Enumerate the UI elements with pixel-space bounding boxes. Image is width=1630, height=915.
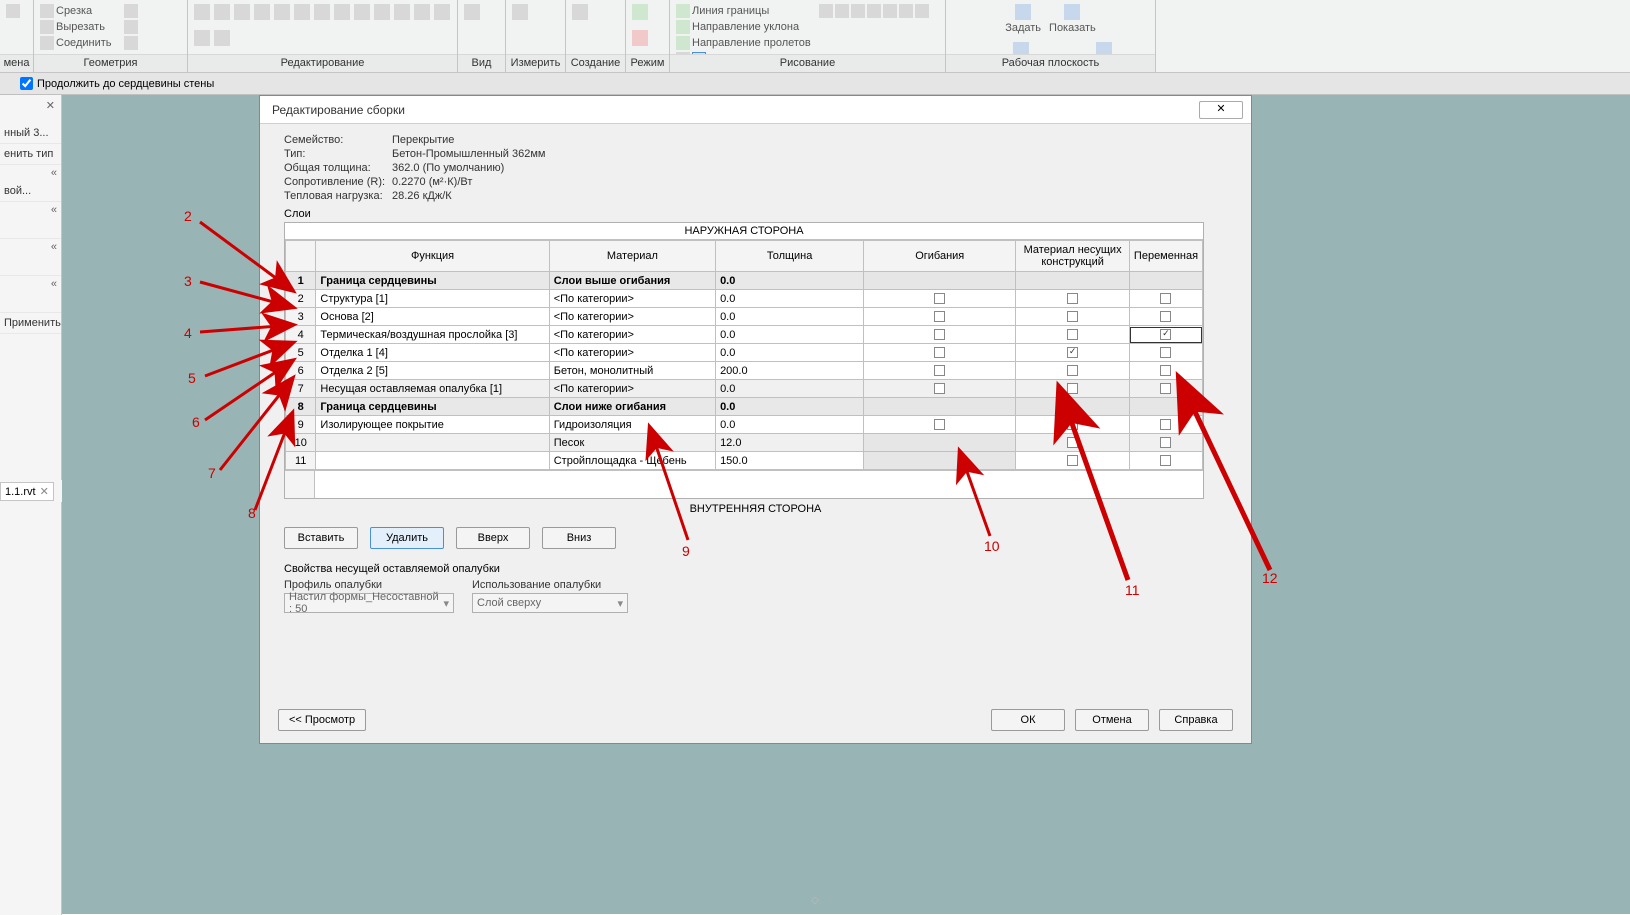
panel-label: Вид — [458, 54, 505, 72]
table-row[interactable]: 8Граница сердцевиныСлои ниже огибания0.0 — [286, 398, 1203, 416]
table-row[interactable]: 10Песок12.0 — [286, 434, 1203, 452]
checkbox[interactable] — [1067, 293, 1078, 304]
checkbox[interactable] — [1160, 383, 1171, 394]
table-row[interactable]: 3Основа [2]<По категории>0.0 — [286, 308, 1203, 326]
table-row[interactable]: 9Изолирующее покрытиеГидроизоляция0.0 — [286, 416, 1203, 434]
checkbox[interactable] — [1160, 311, 1171, 322]
table-row[interactable]: 4Термическая/воздушная прослойка [3]<По … — [286, 326, 1203, 344]
panel-label: Геометрия — [34, 54, 187, 72]
annotation-number: 6 — [192, 414, 200, 430]
page-marker-icon: ◇ — [811, 895, 819, 906]
checkbox[interactable] — [1160, 419, 1171, 430]
panel-label: Создание — [566, 54, 625, 72]
col-variable[interactable]: Переменная — [1129, 241, 1202, 272]
ribbon: мена Срезка Вырезать Соединить Геометрия… — [0, 0, 1630, 73]
checkbox[interactable] — [1160, 329, 1171, 340]
panel-label: Редактирование — [188, 54, 457, 72]
extend-core-label: Продолжить до сердцевины стены — [37, 78, 214, 90]
inner-side-label: ВНУТРЕННЯЯ СТОРОНА — [278, 499, 1233, 517]
checkbox[interactable] — [934, 365, 945, 376]
edit-assembly-dialog: Редактирование сборки ✕ Семейство:Перекр… — [259, 95, 1252, 744]
panel-label: мена — [0, 54, 33, 72]
annotation-number: 9 — [682, 543, 690, 559]
table-row[interactable]: 11Стройплощадка - Щебень150.0 — [286, 452, 1203, 470]
col-material[interactable]: Материал — [549, 241, 715, 272]
extend-core-checkbox[interactable] — [20, 77, 33, 90]
table-row[interactable]: 6Отделка 2 [5]Бетон, монолитный200.0 — [286, 362, 1203, 380]
checkbox[interactable] — [1067, 347, 1078, 358]
checkbox[interactable] — [1160, 347, 1171, 358]
list-item[interactable]: енить тип — [0, 144, 61, 165]
checkbox[interactable] — [1067, 365, 1078, 376]
down-button[interactable]: Вниз — [542, 527, 616, 549]
list-item[interactable]: вой... — [0, 181, 61, 202]
checkbox[interactable] — [1160, 437, 1171, 448]
usage-label: Использование опалубки — [472, 579, 628, 591]
help-button[interactable]: Справка — [1159, 709, 1233, 731]
col-thickness[interactable]: Толщина — [716, 241, 864, 272]
checkbox[interactable] — [934, 419, 945, 430]
close-icon[interactable]: ✕ — [40, 486, 49, 498]
close-icon[interactable]: ✕ — [46, 99, 55, 112]
cancel-button[interactable]: Отмена — [1075, 709, 1149, 731]
delete-button[interactable]: Удалить — [370, 527, 444, 549]
layers-label: Слои — [284, 208, 1233, 220]
annotation-number: 8 — [248, 505, 256, 521]
annotation-number: 11 — [1125, 582, 1140, 598]
checkbox[interactable] — [1067, 455, 1078, 466]
usage-select[interactable]: Слой сверху — [472, 593, 628, 613]
annotation-number: 10 — [984, 538, 1000, 554]
panel-label: Измерить — [506, 54, 565, 72]
checkbox[interactable] — [1160, 365, 1171, 376]
assembly-info: Семейство:Перекрытие Тип:Бетон-Промышлен… — [284, 134, 1233, 202]
table-row[interactable]: 5Отделка 1 [4]<По категории>0.0 — [286, 344, 1203, 362]
annotation-number: 4 — [184, 325, 192, 341]
insert-button[interactable]: Вставить — [284, 527, 358, 549]
ok-button[interactable]: ОК — [991, 709, 1065, 731]
profile-select[interactable]: Настил формы_Несоставной : 50 — [284, 593, 454, 613]
col-structural[interactable]: Материал несущих конструкций — [1016, 241, 1130, 272]
checkbox[interactable] — [1160, 293, 1171, 304]
table-row[interactable]: 1Граница сердцевиныСлои выше огибания0.0 — [286, 272, 1203, 290]
list-item[interactable]: нный 3... — [0, 123, 61, 144]
apply-button[interactable]: Применить — [0, 313, 61, 334]
checkbox[interactable] — [934, 329, 945, 340]
file-tab[interactable]: 1.1.rvt✕ — [0, 482, 54, 501]
properties-panel: ✕ нный 3... енить тип « вой... « « « При… — [0, 95, 62, 915]
checkbox[interactable] — [1067, 329, 1078, 340]
annotation-number: 7 — [208, 465, 216, 481]
checkbox[interactable] — [934, 347, 945, 358]
options-bar: Продолжить до сердцевины стены — [0, 73, 1630, 95]
profile-label: Профиль опалубки — [284, 579, 454, 591]
col-function[interactable]: Функция — [316, 241, 549, 272]
dialog-title: Редактирование сборки — [272, 103, 405, 117]
table-row[interactable]: 2Структура [1]<По категории>0.0 — [286, 290, 1203, 308]
formwork-title: Свойства несущей оставляемой опалубки — [284, 563, 1233, 575]
preview-button[interactable]: << Просмотр — [278, 709, 366, 731]
annotation-number: 3 — [184, 273, 192, 289]
close-button[interactable]: ✕ — [1199, 101, 1243, 119]
checkbox[interactable] — [934, 383, 945, 394]
checkbox[interactable] — [934, 293, 945, 304]
col-wraps[interactable]: Огибания — [864, 241, 1016, 272]
annotation-number: 12 — [1262, 570, 1278, 586]
paste-icon[interactable] — [6, 4, 20, 18]
panel-label: Рисование — [670, 54, 945, 72]
checkbox[interactable] — [934, 311, 945, 322]
annotation-number: 2 — [184, 208, 192, 224]
checkbox[interactable] — [1160, 455, 1171, 466]
layers-table[interactable]: Функция Материал Толщина Огибания Матери… — [285, 240, 1203, 470]
checkbox[interactable] — [1067, 437, 1078, 448]
panel-label: Рабочая плоскость — [946, 54, 1155, 72]
checkbox[interactable] — [1067, 419, 1078, 430]
annotation-number: 5 — [188, 370, 196, 386]
outer-side-label: НАРУЖНАЯ СТОРОНА — [285, 223, 1203, 240]
panel-label: Режим — [626, 54, 669, 72]
up-button[interactable]: Вверх — [456, 527, 530, 549]
table-row[interactable]: 7Несущая оставляемая опалубка [1]<По кат… — [286, 380, 1203, 398]
checkbox[interactable] — [1067, 383, 1078, 394]
checkbox[interactable] — [1067, 311, 1078, 322]
